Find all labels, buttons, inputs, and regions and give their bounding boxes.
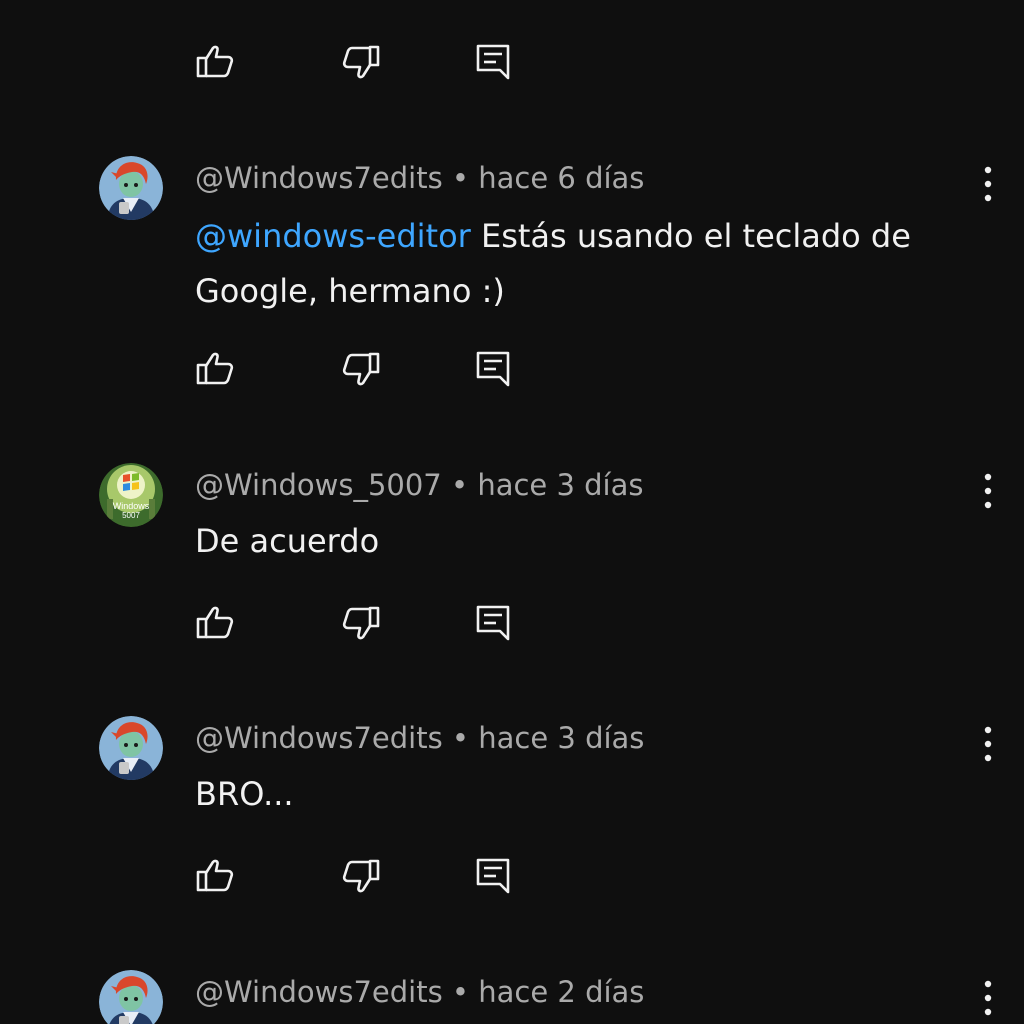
comment-author[interactable]: @Windows7edits: [195, 721, 443, 755]
avatar[interactable]: [99, 716, 163, 780]
meta-separator: •: [451, 721, 470, 755]
thumb-up-icon: [196, 352, 234, 385]
comment-time: hace 3 días: [478, 721, 645, 755]
more-options-button[interactable]: [972, 724, 1004, 764]
thumb-down-icon: [342, 352, 380, 386]
comment-body: BRO...: [195, 775, 294, 813]
more-vert-icon: [984, 726, 992, 762]
more-vert-icon: [984, 980, 992, 1016]
avatar[interactable]: [99, 156, 163, 220]
reply-button[interactable]: [473, 42, 513, 82]
comment-author[interactable]: @Windows_5007: [195, 468, 442, 502]
comment-meta: @Windows7edits • hace 2 días: [195, 972, 644, 1012]
svg-text:Windows: Windows: [113, 501, 150, 511]
mention-link[interactable]: @windows-editor: [195, 217, 471, 255]
more-options-button[interactable]: [972, 978, 1004, 1018]
comment-author[interactable]: @Windows7edits: [195, 161, 443, 195]
dislike-button[interactable]: [341, 349, 381, 389]
meta-separator: •: [450, 468, 469, 502]
reply-button[interactable]: [473, 349, 513, 389]
windows-logo-avatar-icon: Windows 5007: [99, 463, 163, 527]
thumb-up-icon: [196, 859, 234, 892]
anime-character-avatar-icon: [99, 156, 163, 220]
comment-meta: @Windows7edits • hace 3 días: [195, 718, 644, 758]
comment-time: hace 6 días: [478, 161, 645, 195]
comment-text: @windows-editor Estás usando el teclado …: [195, 209, 955, 319]
reply-icon: [476, 44, 510, 80]
like-button[interactable]: [195, 349, 235, 389]
like-button[interactable]: [195, 42, 235, 82]
thumb-up-icon: [196, 45, 234, 78]
comment-author[interactable]: @Windows7edits: [195, 975, 443, 1009]
like-button[interactable]: [195, 856, 235, 896]
anime-character-avatar-icon: [99, 716, 163, 780]
more-vert-icon: [984, 473, 992, 509]
dislike-button[interactable]: [341, 856, 381, 896]
thumb-down-icon: [342, 45, 380, 79]
comment-time: hace 2 días: [478, 975, 645, 1009]
reply-icon: [476, 351, 510, 387]
svg-text:5007: 5007: [122, 511, 140, 520]
reply-button[interactable]: [473, 856, 513, 896]
more-vert-icon: [984, 166, 992, 202]
anime-character-avatar-icon: [99, 970, 163, 1024]
thumb-up-icon: [196, 606, 234, 639]
reply-button[interactable]: [473, 603, 513, 643]
comment-body: De acuerdo: [195, 522, 380, 560]
more-options-button[interactable]: [972, 471, 1004, 511]
more-options-button[interactable]: [972, 164, 1004, 204]
meta-separator: •: [451, 975, 470, 1009]
reply-icon: [476, 605, 510, 641]
avatar[interactable]: Windows 5007: [99, 463, 163, 527]
dislike-button[interactable]: [341, 42, 381, 82]
meta-separator: •: [451, 161, 470, 195]
thumb-down-icon: [342, 859, 380, 893]
comment-meta: @Windows7edits • hace 6 días: [195, 158, 644, 198]
comment-text: De acuerdo: [195, 514, 955, 569]
comment-text: BRO...: [195, 767, 955, 822]
avatar[interactable]: [99, 970, 163, 1024]
dislike-button[interactable]: [341, 603, 381, 643]
thumb-down-icon: [342, 606, 380, 640]
comment-meta: @Windows_5007 • hace 3 días: [195, 465, 643, 505]
comments-thread: @Windows7edits • hace 6 días @windows-ed…: [0, 0, 1024, 1024]
comment-time: hace 3 días: [477, 468, 644, 502]
reply-icon: [476, 858, 510, 894]
like-button[interactable]: [195, 603, 235, 643]
